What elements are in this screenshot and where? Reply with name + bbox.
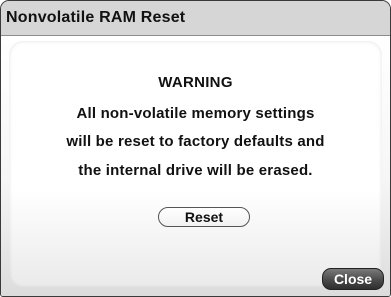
nvram-reset-dialog: Nonvolatile RAM Reset WARNING All non-vo… xyxy=(0,0,391,297)
warning-message-line-1: All non-volatile memory settings xyxy=(76,105,315,122)
reset-button[interactable]: Reset xyxy=(158,207,250,227)
dialog-content: WARNING All non-volatile memory settings… xyxy=(1,36,390,296)
warning-heading: WARNING xyxy=(158,74,233,91)
message-panel: WARNING All non-volatile memory settings… xyxy=(9,41,382,288)
dialog-title: Nonvolatile RAM Reset xyxy=(6,9,186,26)
close-button[interactable]: Close xyxy=(322,268,384,290)
warning-message-line-3: the internal drive will be erased. xyxy=(78,162,313,179)
warning-message-line-2: will be reset to factory defaults and xyxy=(66,133,325,150)
dialog-titlebar: Nonvolatile RAM Reset xyxy=(1,1,390,36)
